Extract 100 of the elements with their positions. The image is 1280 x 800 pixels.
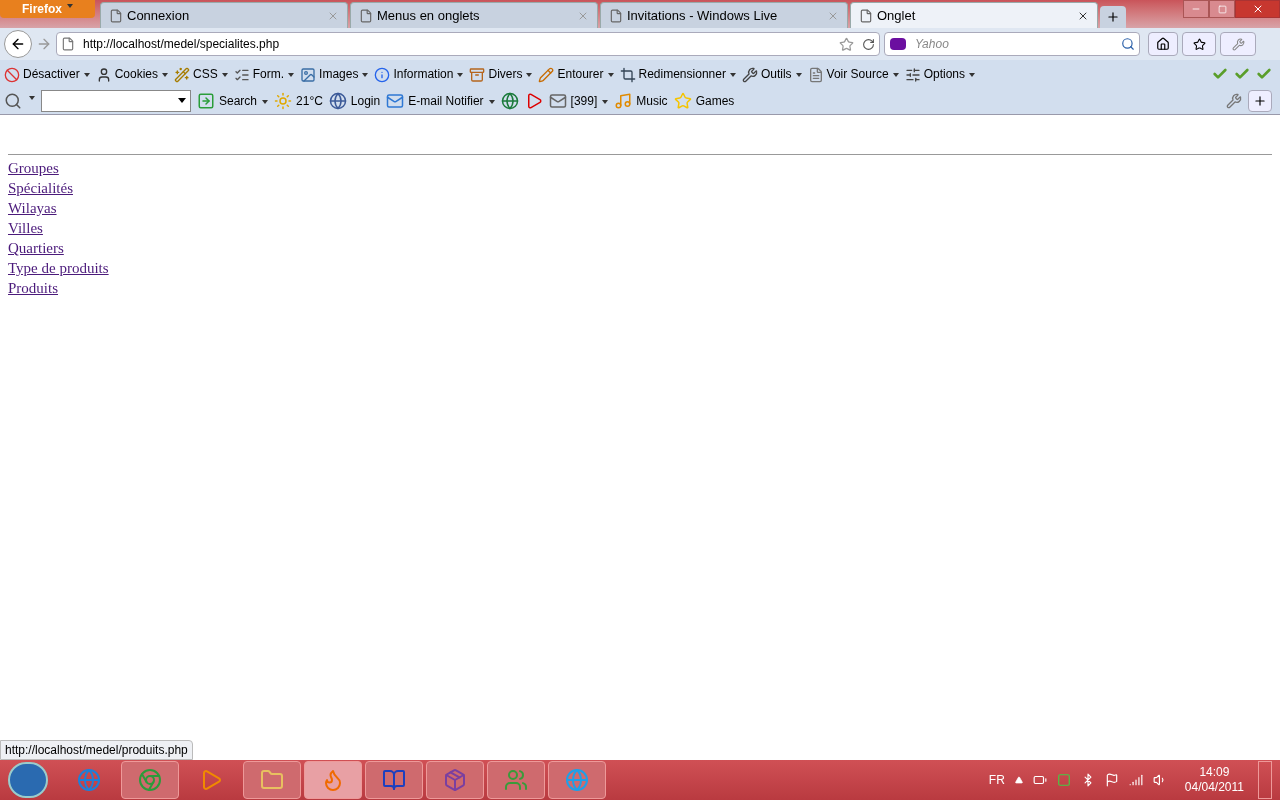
tools-icon bbox=[741, 66, 758, 83]
nav-link[interactable]: Produits bbox=[8, 278, 58, 298]
crop-icon bbox=[619, 66, 636, 83]
taskbar-app-button[interactable] bbox=[121, 761, 179, 799]
sun-icon bbox=[274, 91, 293, 110]
page-icon bbox=[359, 8, 373, 23]
toolbar-menu-button[interactable]: Form. bbox=[233, 64, 295, 83]
dropdown-caret-icon bbox=[162, 72, 169, 77]
taskbar-app-button[interactable] bbox=[487, 761, 545, 799]
toolbar-menu-button[interactable]: Information bbox=[374, 64, 464, 83]
maximize-icon bbox=[1217, 4, 1227, 14]
address-bar[interactable]: http://localhost/medel/specialites.php bbox=[56, 32, 880, 56]
document-icon bbox=[807, 66, 824, 83]
minimize-button[interactable] bbox=[1183, 0, 1209, 18]
chrome-icon bbox=[138, 768, 162, 792]
battery-icon[interactable] bbox=[1032, 773, 1047, 787]
options-icon bbox=[904, 66, 921, 83]
dropdown-caret-icon bbox=[892, 72, 899, 77]
nav-link[interactable]: Type de produits bbox=[8, 258, 109, 278]
nav-link[interactable]: Spécialités bbox=[8, 178, 73, 198]
clock[interactable]: 14:09 04/04/2011 bbox=[1184, 765, 1244, 795]
plus-icon bbox=[1106, 10, 1120, 24]
music-icon bbox=[614, 91, 633, 110]
bookmark-star-icon[interactable] bbox=[839, 36, 854, 52]
toolbar-menu-button[interactable]: Images bbox=[300, 64, 369, 83]
add-button[interactable] bbox=[1248, 89, 1272, 112]
messenger-icon bbox=[504, 768, 528, 792]
flag-icon[interactable] bbox=[1104, 773, 1119, 787]
page-icon bbox=[61, 37, 75, 51]
start-button[interactable] bbox=[8, 762, 48, 798]
toolbar-button[interactable]: E-mail Notifier bbox=[386, 91, 495, 110]
block-icon bbox=[4, 66, 20, 83]
language-indicator[interactable]: FR bbox=[988, 771, 1005, 789]
dropdown-caret-icon bbox=[969, 72, 975, 77]
dropdown-caret-icon bbox=[67, 4, 73, 8]
signal-icon[interactable] bbox=[1128, 773, 1143, 787]
toolbar-button[interactable]: [399] bbox=[548, 91, 609, 110]
dropdown-caret-icon bbox=[362, 72, 369, 77]
tab-title: Connexion bbox=[127, 6, 191, 25]
dropdown-caret-icon bbox=[526, 72, 533, 77]
page-icon bbox=[609, 8, 623, 23]
forward-icon[interactable] bbox=[36, 36, 52, 52]
page-icon bbox=[109, 8, 123, 23]
dropdown-caret-icon bbox=[795, 72, 802, 77]
arrow-square-icon bbox=[197, 91, 215, 110]
browser-tab[interactable]: Connexion bbox=[100, 2, 348, 28]
nav-link[interactable]: Wilayas bbox=[8, 198, 57, 218]
search-icon[interactable] bbox=[4, 91, 22, 110]
toolbar-button[interactable]: Music bbox=[614, 91, 668, 110]
status-url-popup: http://localhost/medel/produits.php bbox=[0, 740, 193, 760]
nav-link[interactable]: Villes bbox=[8, 218, 43, 238]
toolbar-menu-button[interactable]: Entourer bbox=[538, 64, 614, 83]
toolbar-button[interactable]: 21°C bbox=[274, 91, 323, 110]
show-hidden-icons[interactable] bbox=[1014, 776, 1023, 784]
search-field[interactable]: Yahoo bbox=[884, 32, 1140, 56]
toolbar-menu-button[interactable]: Redimensionner bbox=[619, 64, 736, 83]
show-desktop-button[interactable] bbox=[1258, 761, 1272, 799]
nav-link[interactable]: Quartiers bbox=[8, 238, 64, 258]
toolbar-menu-button[interactable]: Voir Source bbox=[807, 64, 899, 83]
info-icon bbox=[374, 66, 391, 83]
dropdown-caret-icon bbox=[288, 72, 295, 77]
taskbar-app-button[interactable] bbox=[548, 761, 606, 799]
star-icon bbox=[1192, 37, 1206, 51]
toolbar-button[interactable]: Search bbox=[197, 91, 269, 110]
wand-icon bbox=[174, 66, 191, 83]
toolbar-menu-button[interactable]: Divers bbox=[469, 64, 533, 83]
taskbar-app-button[interactable] bbox=[243, 761, 301, 799]
back-button[interactable] bbox=[4, 30, 32, 58]
toolbar-menu-button[interactable]: Outils bbox=[741, 64, 802, 83]
dropdown-caret-icon bbox=[83, 72, 90, 77]
toolbar-button[interactable]: Games bbox=[673, 91, 735, 110]
toolbar-button[interactable]: Login bbox=[328, 91, 381, 110]
books-icon bbox=[382, 768, 406, 792]
dropdown-caret-icon bbox=[221, 72, 228, 77]
new-tab-button[interactable] bbox=[1100, 6, 1126, 28]
toolbar-menu-button[interactable]: Options bbox=[904, 64, 975, 83]
dropdown-caret-icon bbox=[607, 72, 614, 77]
clock-date: 04/04/2011 bbox=[1184, 780, 1244, 795]
wrench-icon bbox=[1231, 37, 1245, 51]
browser-tab[interactable]: Menus en onglets bbox=[350, 2, 598, 28]
nav-link[interactable]: Groupes bbox=[8, 158, 59, 178]
bookmarks-button[interactable] bbox=[1182, 32, 1216, 56]
browser-tab[interactable]: Onglet bbox=[850, 2, 1098, 28]
app-tray-icon[interactable] bbox=[1056, 773, 1071, 787]
reload-icon[interactable] bbox=[862, 37, 875, 51]
toolbar-menu-button[interactable]: Cookies bbox=[95, 64, 169, 83]
home-button[interactable] bbox=[1148, 32, 1178, 56]
taskbar-app-button[interactable] bbox=[426, 761, 484, 799]
toolbar-menu-button[interactable]: Désactiver bbox=[4, 64, 90, 83]
taskbar-app-button[interactable] bbox=[365, 761, 423, 799]
archive-icon bbox=[469, 66, 486, 83]
wrench-icon[interactable] bbox=[1226, 92, 1242, 109]
tab-title: Onglet bbox=[877, 6, 917, 25]
search-icon[interactable] bbox=[1121, 37, 1135, 51]
pencil-icon bbox=[538, 66, 555, 83]
maximize-button[interactable] bbox=[1209, 0, 1235, 18]
search-dropdown-field[interactable] bbox=[41, 89, 191, 112]
toolbar-menu-button[interactable]: CSS bbox=[174, 64, 228, 83]
dropdown-caret-icon bbox=[488, 99, 495, 104]
browser-tab[interactable]: Invitations - Windows Live bbox=[600, 2, 848, 28]
